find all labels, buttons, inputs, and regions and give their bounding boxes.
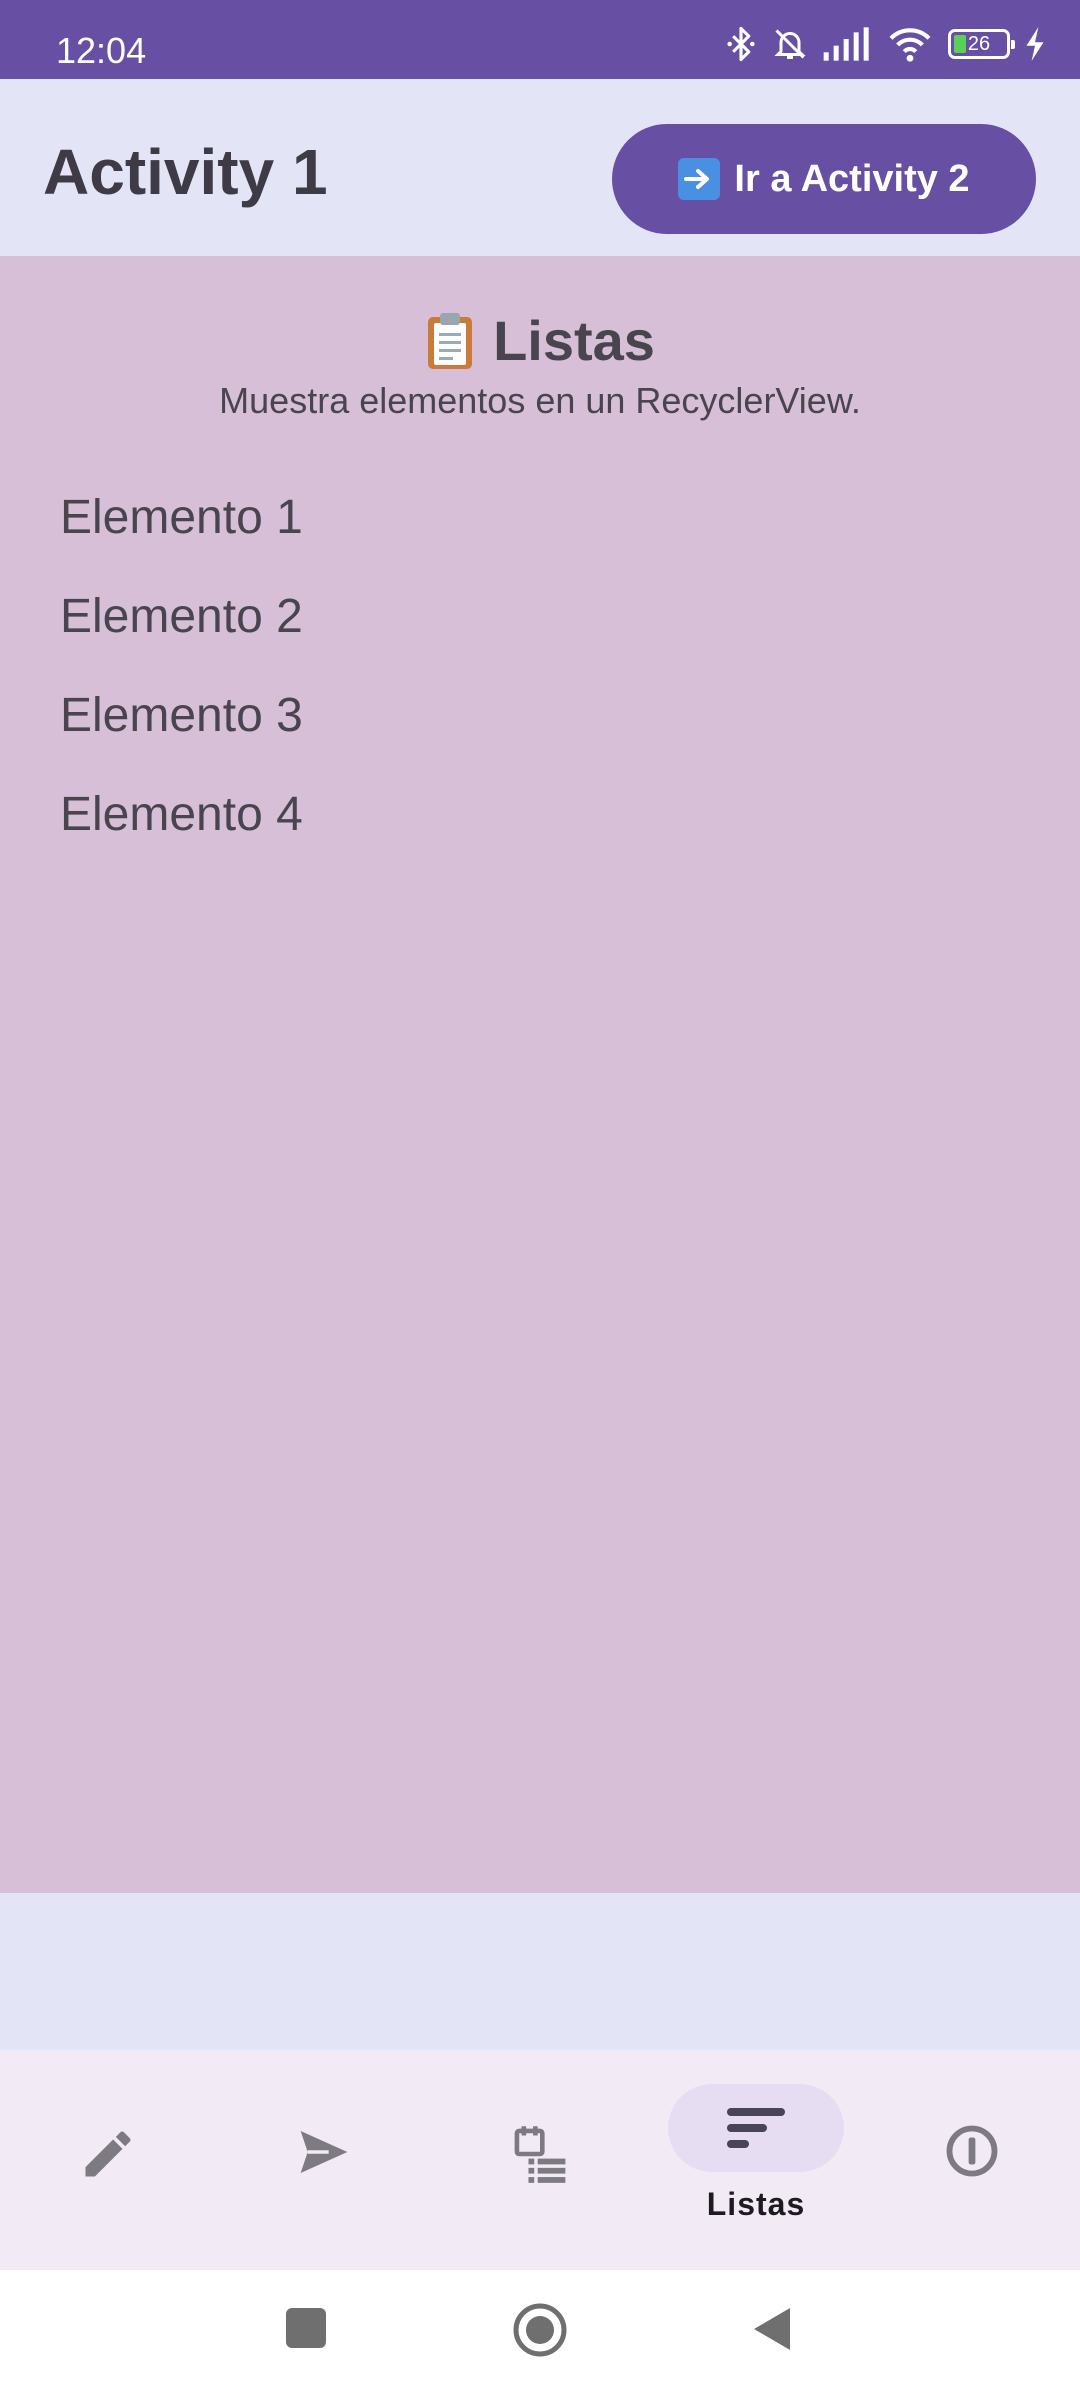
nav-item-pencil[interactable] — [0, 2050, 216, 2270]
app-bar: Activity 1 Ir a Activity 2 — [0, 79, 1080, 256]
back-triangle-icon[interactable] — [752, 2306, 792, 2352]
bluetooth-icon — [727, 26, 755, 62]
calendar-list-icon — [514, 2126, 566, 2183]
nav-label-listas: Listas — [706, 2186, 806, 2222]
nav-item-calendar-list[interactable] — [432, 2050, 648, 2270]
clipboard-icon — [425, 311, 475, 371]
recents-square-icon[interactable] — [284, 2306, 328, 2350]
send-icon — [300, 2131, 348, 2173]
nav-item-send[interactable] — [216, 2050, 432, 2270]
list-item[interactable]: Elemento 1 — [60, 468, 303, 567]
battery-icon: 26 — [948, 29, 1015, 59]
section-subtitle: Muestra elementos en un RecyclerView. — [219, 380, 861, 421]
status-bar: 12:04 26 — [0, 0, 1080, 79]
wifi-icon — [889, 28, 931, 62]
sort-icon — [727, 2108, 785, 2148]
content-area: Listas Muestra elementos en un RecyclerV… — [0, 256, 1080, 1893]
active-indicator — [668, 2084, 844, 2172]
go-to-activity-2-button[interactable]: Ir a Activity 2 — [612, 124, 1036, 234]
go-to-activity-2-label: Ir a Activity 2 — [734, 157, 970, 200]
battery-level: 26 — [967, 32, 991, 55]
recycler-list: Elemento 1 Elemento 2 Elemento 3 Element… — [60, 468, 303, 864]
signal-icon — [823, 27, 869, 61]
home-circle-icon[interactable] — [512, 2302, 568, 2358]
pencil-icon — [85, 2131, 131, 2177]
charging-icon — [1026, 27, 1044, 61]
list-item[interactable]: Elemento 2 — [60, 567, 303, 666]
page-title: Activity 1 — [43, 136, 328, 208]
nav-item-listas[interactable]: Listas — [648, 2050, 864, 2270]
list-item[interactable]: Elemento 3 — [60, 666, 303, 765]
bottom-navigation: Listas — [0, 2050, 1080, 2270]
list-item[interactable]: Elemento 4 — [60, 765, 303, 864]
info-icon — [946, 2125, 998, 2177]
nav-item-info[interactable] — [864, 2050, 1080, 2270]
section-header: Listas — [0, 308, 1080, 373]
section-title: Listas — [493, 309, 655, 372]
system-navigation-bar — [0, 2270, 1080, 2400]
bell-muted-icon — [774, 29, 806, 59]
status-time: 12:04 — [56, 30, 147, 71]
right-arrow-icon — [678, 158, 721, 200]
status-icons: 26 — [724, 24, 1046, 64]
